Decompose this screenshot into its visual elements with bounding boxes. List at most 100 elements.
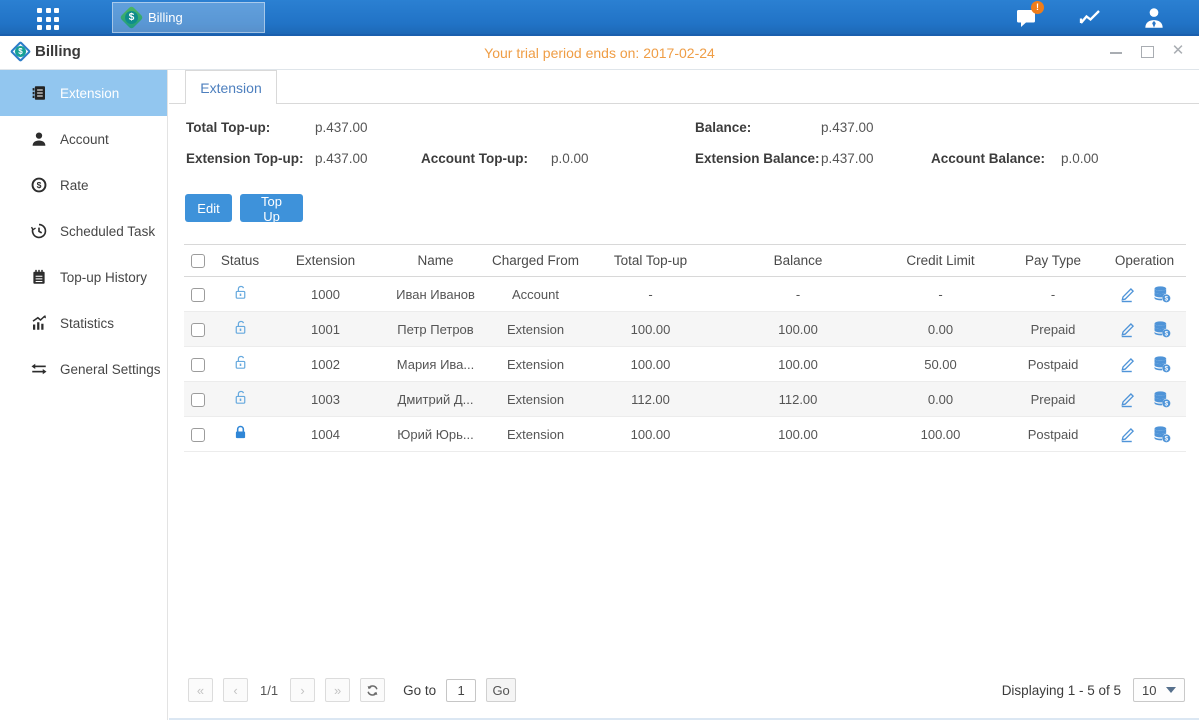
goto-label: Go to <box>403 683 436 698</box>
notebook-icon <box>30 268 48 286</box>
tab-extension[interactable]: Extension <box>185 70 277 104</box>
svg-text:$: $ <box>37 180 42 190</box>
sidebar-item-topup-history[interactable]: Top-up History <box>0 254 167 300</box>
cell-name: Юрий Юрь... <box>383 427 488 442</box>
sidebar-item-rate[interactable]: $ Rate <box>0 162 167 208</box>
goto-page-input[interactable] <box>446 679 476 702</box>
edit-pencil-icon[interactable] <box>1118 424 1138 444</box>
cell-balance: 100.00 <box>718 322 878 337</box>
sidebar-label: Scheduled Task <box>60 224 155 239</box>
cell-charged-from: Extension <box>488 322 583 337</box>
extension-topup-label: Extension Top-up: <box>186 151 304 166</box>
cell-credit-limit: - <box>878 287 1003 302</box>
transfer-arrows-icon <box>30 360 48 378</box>
cell-extension: 1003 <box>268 392 383 407</box>
reports-chart-icon[interactable] <box>1075 5 1105 31</box>
cell-pay-type: Prepaid <box>1003 322 1103 337</box>
cell-total-topup: 100.00 <box>583 357 718 372</box>
user-account-icon[interactable] <box>1139 5 1169 31</box>
topup-button[interactable]: Top Up <box>240 194 303 222</box>
topup-coins-icon[interactable]: $ <box>1152 284 1172 304</box>
cell-charged-from: Extension <box>488 357 583 372</box>
col-pay-type: Pay Type <box>1003 253 1103 268</box>
row-checkbox[interactable] <box>191 288 205 302</box>
row-checkbox[interactable] <box>191 393 205 407</box>
sidebar-label: Extension <box>60 86 119 101</box>
cell-pay-type: Postpaid <box>1003 357 1103 372</box>
last-page-button[interactable]: » <box>325 678 350 702</box>
svg-text:$: $ <box>1164 296 1168 303</box>
topup-coins-icon[interactable]: $ <box>1152 354 1172 374</box>
balance-summary: Total Top-up: p.437.00 Balance: p.437.00… <box>169 104 1199 192</box>
sidebar-item-scheduled-task[interactable]: Scheduled Task <box>0 208 167 254</box>
edit-button[interactable]: Edit <box>185 194 232 222</box>
edit-pencil-icon[interactable] <box>1118 354 1138 374</box>
cell-balance: 100.00 <box>718 427 878 442</box>
maximize-button[interactable] <box>1140 44 1154 58</box>
sidebar-item-account[interactable]: Account <box>0 116 167 162</box>
main-content: Extension Total Top-up: p.437.00 Balance… <box>169 70 1199 720</box>
cell-charged-from: Extension <box>488 392 583 407</box>
cell-total-topup: 100.00 <box>583 322 718 337</box>
app-grid-icon[interactable] <box>37 8 68 39</box>
window-title-bar: $ Billing Your trial period ends on: 201… <box>0 38 1199 70</box>
account-balance-label: Account Balance: <box>931 151 1045 166</box>
trial-period-notice: Your trial period ends on: 2017-02-24 <box>0 45 1199 61</box>
minimize-button[interactable] <box>1109 44 1123 58</box>
close-button[interactable]: ✕ <box>1171 44 1185 58</box>
sidebar-label: Rate <box>60 178 89 193</box>
edit-pencil-icon[interactable] <box>1118 284 1138 304</box>
topup-coins-icon[interactable]: $ <box>1152 424 1172 444</box>
edit-pencil-icon[interactable] <box>1118 389 1138 409</box>
sidebar-label: General Settings <box>60 362 161 377</box>
total-topup-value: p.437.00 <box>315 120 368 135</box>
app-tab-label: Billing <box>148 10 183 25</box>
cell-name: Мария Ива... <box>383 357 488 372</box>
cell-name: Петр Петров <box>383 322 488 337</box>
row-checkbox[interactable] <box>191 323 205 337</box>
cell-extension: 1004 <box>268 427 383 442</box>
go-button[interactable]: Go <box>486 678 516 702</box>
select-all-checkbox[interactable] <box>191 254 205 268</box>
refresh-button[interactable] <box>360 678 385 702</box>
cell-credit-limit: 100.00 <box>878 427 1003 442</box>
sidebar-item-extension[interactable]: Extension <box>0 70 167 116</box>
row-checkbox[interactable] <box>191 358 205 372</box>
ledger-icon <box>30 84 48 102</box>
chevron-down-icon <box>1166 687 1176 693</box>
pagination-bar: « ‹ 1/1 › » Go to Go Displaying 1 - 5 of… <box>184 678 1185 704</box>
app-tab-billing[interactable]: $ Billing <box>112 2 265 33</box>
sidebar-label: Account <box>60 132 109 147</box>
prev-page-button[interactable]: ‹ <box>223 678 248 702</box>
svg-text:$: $ <box>1164 331 1168 338</box>
col-operation: Operation <box>1103 253 1186 268</box>
topup-coins-icon[interactable]: $ <box>1152 319 1172 339</box>
col-extension: Extension <box>268 253 383 268</box>
row-checkbox[interactable] <box>191 428 205 442</box>
extension-topup-value: p.437.00 <box>315 151 368 166</box>
col-balance: Balance <box>718 253 878 268</box>
edit-pencil-icon[interactable] <box>1118 319 1138 339</box>
messages-icon[interactable]: ! <box>1011 5 1041 31</box>
top-app-bar: $ Billing ! <box>0 0 1199 36</box>
next-page-button[interactable]: › <box>290 678 315 702</box>
sidebar-item-general-settings[interactable]: General Settings <box>0 346 167 392</box>
cell-extension: 1001 <box>268 322 383 337</box>
page-size-select[interactable]: 10 <box>1133 678 1185 702</box>
topup-coins-icon[interactable]: $ <box>1152 389 1172 409</box>
lock-status-icon <box>232 424 249 441</box>
svg-text:$: $ <box>1164 401 1168 408</box>
cell-extension: 1002 <box>268 357 383 372</box>
sidebar-item-statistics[interactable]: Statistics <box>0 300 167 346</box>
account-balance-value: p.0.00 <box>1061 151 1099 166</box>
cell-extension: 1000 <box>268 287 383 302</box>
table-header-row: Status Extension Name Charged From Total… <box>184 244 1186 277</box>
cell-credit-limit: 0.00 <box>878 392 1003 407</box>
table-row: 1000 Иван Иванов Account - - - - $ <box>184 277 1186 312</box>
cell-pay-type: Prepaid <box>1003 392 1103 407</box>
col-name: Name <box>383 253 488 268</box>
notification-badge: ! <box>1031 1 1044 14</box>
first-page-button[interactable]: « <box>188 678 213 702</box>
col-status: Status <box>212 253 268 268</box>
sidebar-label: Top-up History <box>60 270 147 285</box>
